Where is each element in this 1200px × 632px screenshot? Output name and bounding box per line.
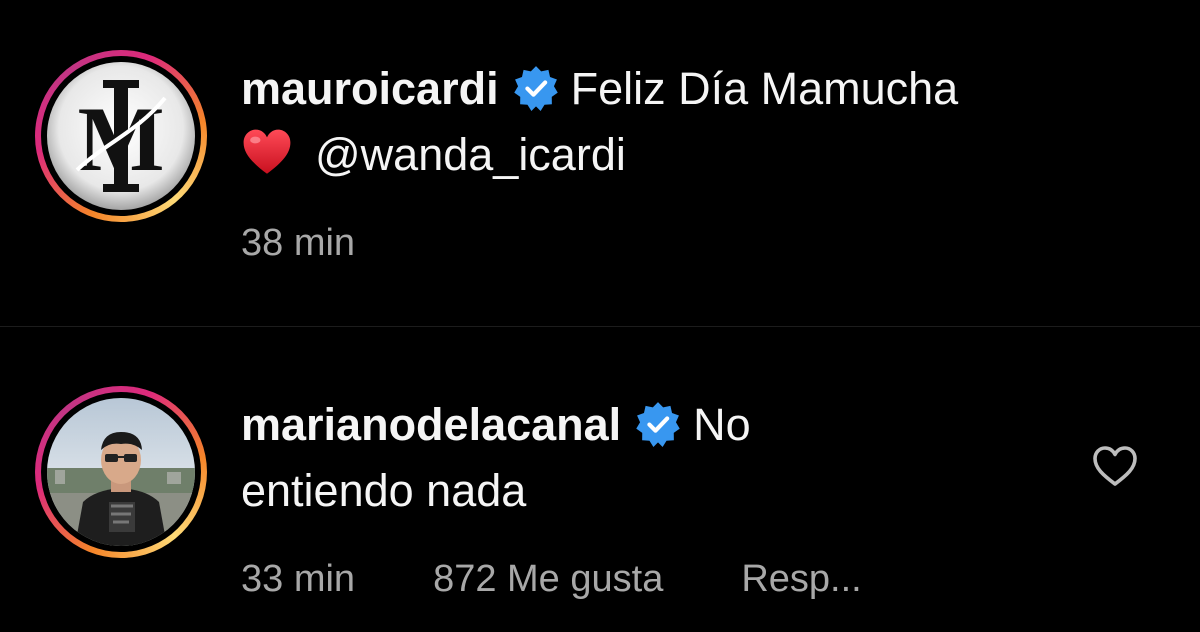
comment-text: mauroicardi Feliz Día Mamucha @wanda_ica… [241, 56, 958, 188]
red-heart-emoji [243, 129, 291, 174]
story-ring[interactable] [35, 386, 207, 558]
avatar-marianodelacanal[interactable] [47, 398, 195, 546]
comment-username[interactable]: marianodelacanal [241, 399, 621, 450]
avatar-mauroicardi[interactable]: M [47, 62, 195, 210]
verified-badge-icon [513, 66, 558, 111]
likes-count-link[interactable]: 872 Me gusta [433, 558, 663, 600]
comment-timestamp: 33 min [241, 558, 356, 600]
mi-monogram-logo: M [47, 62, 195, 210]
profile-photo [47, 398, 195, 546]
comment-username[interactable]: mauroicardi [241, 63, 499, 114]
heart-outline-icon[interactable] [1091, 444, 1139, 488]
comment-body: No [693, 399, 751, 450]
comment-item: M mauroicardi Feliz Día Mamucha [0, 0, 1200, 326]
mention-link[interactable]: @wanda_icardi [315, 129, 626, 180]
reply-button[interactable]: Resp... [741, 558, 861, 600]
comment-timestamp: 38 min [241, 222, 356, 264]
verified-badge-icon [636, 402, 680, 447]
comments-screen: M mauroicardi Feliz Día Mamucha [0, 0, 1200, 632]
comment-body-continued: entiendo nada [241, 465, 527, 516]
comment-body: Feliz Día Mamucha [570, 63, 959, 114]
story-ring[interactable]: M [35, 50, 207, 222]
comment-text: marianodelacanal No entiendo nada [241, 392, 751, 524]
comment-meta: 38 min [241, 222, 433, 265]
comment-meta: 33 min 872 Me gusta Resp... [241, 558, 940, 601]
